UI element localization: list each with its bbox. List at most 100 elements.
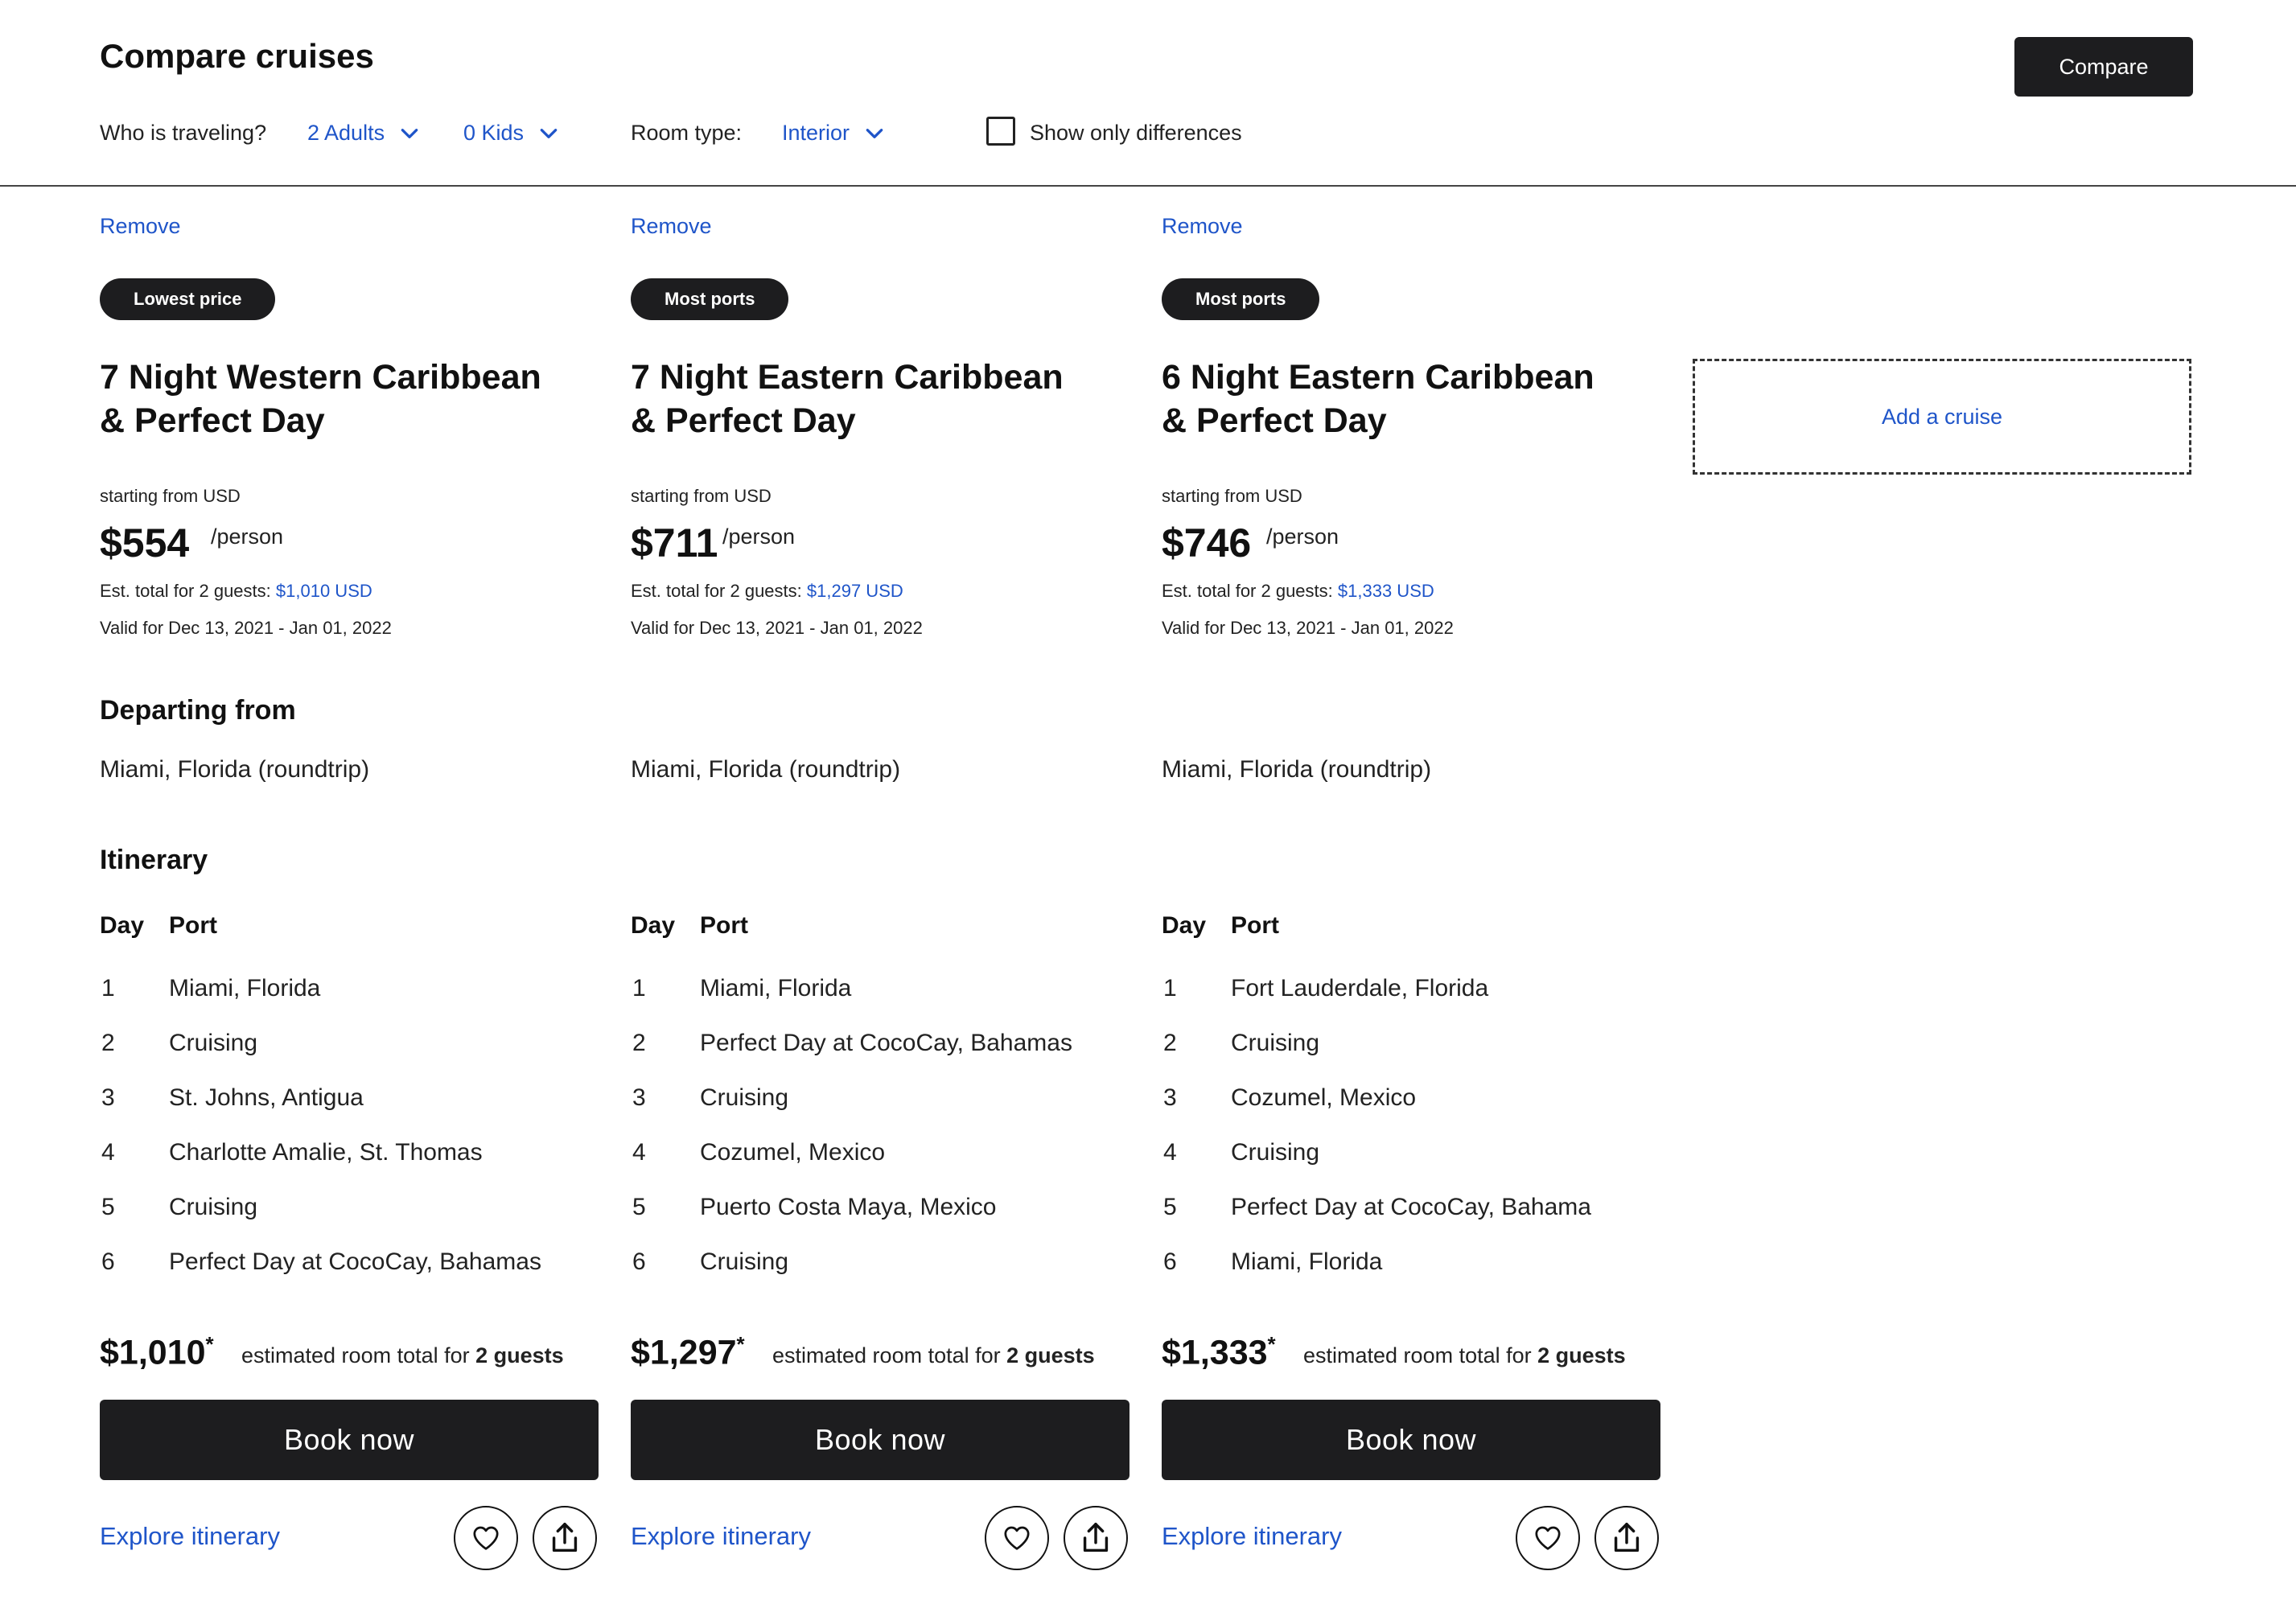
asterisk: * — [1267, 1332, 1276, 1356]
est-total: Est. total for 2 guests: $1,297 USD — [631, 581, 903, 602]
room-total-guests: 2 guests — [475, 1343, 564, 1368]
room-type-value: Interior — [782, 121, 850, 145]
share-icon — [1083, 1523, 1109, 1553]
itinerary-port: Miami, Florida — [169, 975, 321, 1001]
est-total: Est. total for 2 guests: $1,333 USD — [1162, 581, 1434, 602]
price: $711 — [631, 520, 718, 566]
itinerary-day: 4 — [101, 1139, 115, 1166]
chevron-down-icon — [540, 128, 558, 138]
departing-value: Miami, Florida (roundtrip) — [1162, 756, 1432, 783]
itinerary-day: 1 — [632, 975, 646, 1001]
itinerary-port: Miami, Florida — [700, 975, 852, 1001]
add-cruise-button[interactable]: Add a cruise — [1693, 359, 2191, 475]
remove-link[interactable]: Remove — [100, 214, 181, 239]
heart-icon — [1004, 1526, 1030, 1550]
price: $746 — [1162, 520, 1252, 566]
book-now-button[interactable]: Book now — [100, 1400, 599, 1480]
room-total-label: estimated room total for — [772, 1343, 1001, 1368]
room-type-select[interactable]: Interior — [782, 121, 885, 146]
explore-itinerary-link[interactable]: Explore itinerary — [100, 1522, 280, 1551]
cruise-title: 7 Night Western Caribbean & Perfect Day — [100, 356, 582, 442]
per-person-label: /person — [1266, 524, 1339, 549]
room-total-text: estimated room total for 2 guests — [1303, 1343, 1626, 1368]
itinerary-port: Cruising — [700, 1084, 789, 1111]
itinerary-day: 1 — [1163, 975, 1177, 1001]
show-differences-checkbox[interactable] — [986, 117, 1015, 146]
cruise-title-line1: 6 Night Eastern Caribbean — [1162, 358, 1594, 397]
per-person-label: /person — [211, 524, 284, 549]
itinerary-port: Cozumel, Mexico — [700, 1139, 886, 1166]
departing-from-heading: Departing from — [100, 695, 296, 726]
cruise-title: 6 Night Eastern Caribbean & Perfect Day — [1162, 356, 1644, 442]
book-now-button[interactable]: Book now — [631, 1400, 1129, 1480]
itinerary-day: 6 — [632, 1248, 646, 1275]
itinerary-port: Cozumel, Mexico — [1231, 1084, 1417, 1111]
itinerary-day: 3 — [1163, 1084, 1177, 1111]
itinerary-heading: Itinerary — [100, 845, 208, 875]
itinerary-port: Charlotte Amalie, St. Thomas — [169, 1139, 483, 1166]
share-button[interactable] — [533, 1506, 597, 1570]
chevron-down-icon — [401, 128, 418, 138]
share-button[interactable] — [1594, 1506, 1659, 1570]
room-total-text: estimated room total for 2 guests — [241, 1343, 564, 1368]
asterisk: * — [736, 1332, 745, 1356]
room-total-price: $1,333* — [1162, 1332, 1276, 1372]
cruise-title-line1: 7 Night Western Caribbean — [100, 358, 541, 397]
explore-itinerary-link[interactable]: Explore itinerary — [631, 1522, 811, 1551]
day-header: Day — [100, 912, 145, 939]
room-total-text: estimated room total for 2 guests — [772, 1343, 1095, 1368]
est-total-label: Est. total for 2 guests: — [631, 581, 802, 601]
itinerary-day: 2 — [101, 1030, 115, 1056]
est-total-value[interactable]: $1,333 USD — [1338, 581, 1434, 601]
badge: Most ports — [1162, 278, 1320, 320]
itinerary-port: Miami, Florida — [1231, 1248, 1383, 1275]
kids-select[interactable]: 0 Kids — [463, 121, 559, 146]
itinerary-day: 3 — [632, 1084, 646, 1111]
itinerary-day: 2 — [1163, 1030, 1177, 1056]
itinerary-day: 4 — [632, 1139, 646, 1166]
remove-link[interactable]: Remove — [1162, 214, 1243, 239]
heart-icon — [1535, 1526, 1561, 1550]
show-differences-label[interactable]: Show only differences — [1030, 121, 1242, 146]
favorite-button[interactable] — [985, 1506, 1049, 1570]
share-icon — [1614, 1523, 1640, 1553]
book-now-button[interactable]: Book now — [1162, 1400, 1660, 1480]
valid-dates: Valid for Dec 13, 2021 - Jan 01, 2022 — [1162, 618, 1454, 638]
starting-from-label: starting from USD — [1162, 486, 1302, 506]
est-total-value[interactable]: $1,297 USD — [807, 581, 903, 601]
room-total-price: $1,010* — [100, 1332, 214, 1372]
room-total-label: estimated room total for — [241, 1343, 470, 1368]
itinerary-day: 4 — [1163, 1139, 1177, 1166]
port-header: Port — [700, 912, 748, 939]
share-button[interactable] — [1064, 1506, 1128, 1570]
itinerary-port: Perfect Day at CocoCay, Bahamas — [169, 1248, 541, 1275]
share-icon — [552, 1523, 578, 1553]
itinerary-day: 3 — [101, 1084, 115, 1111]
port-header: Port — [169, 912, 217, 939]
itinerary-port: Cruising — [169, 1194, 258, 1220]
est-total-value[interactable]: $1,010 USD — [276, 581, 372, 601]
compare-button[interactable]: Compare — [2014, 37, 2193, 97]
est-total-label: Est. total for 2 guests: — [1162, 581, 1333, 601]
itinerary-port: Cruising — [1231, 1030, 1320, 1056]
room-total-label: estimated room total for — [1303, 1343, 1532, 1368]
favorite-button[interactable] — [454, 1506, 518, 1570]
travelers-label: Who is traveling? — [100, 121, 267, 145]
room-total-price: $1,297* — [631, 1332, 745, 1372]
header-divider — [0, 185, 2296, 187]
remove-link[interactable]: Remove — [631, 214, 712, 239]
favorite-button[interactable] — [1516, 1506, 1580, 1570]
port-header: Port — [1231, 912, 1279, 939]
adults-select[interactable]: 2 Adults — [307, 121, 420, 146]
chevron-down-icon — [866, 128, 883, 138]
itinerary-day: 5 — [101, 1194, 115, 1220]
page-title: Compare cruises — [100, 37, 374, 75]
kids-value: 0 Kids — [463, 121, 525, 145]
adults-value: 2 Adults — [307, 121, 385, 145]
itinerary-day: 5 — [1163, 1194, 1177, 1220]
itinerary-day: 6 — [1163, 1248, 1177, 1275]
explore-itinerary-link[interactable]: Explore itinerary — [1162, 1522, 1342, 1551]
per-person-label: /person — [722, 524, 796, 549]
badge: Most ports — [631, 278, 789, 320]
departing-value: Miami, Florida (roundtrip) — [631, 756, 901, 783]
